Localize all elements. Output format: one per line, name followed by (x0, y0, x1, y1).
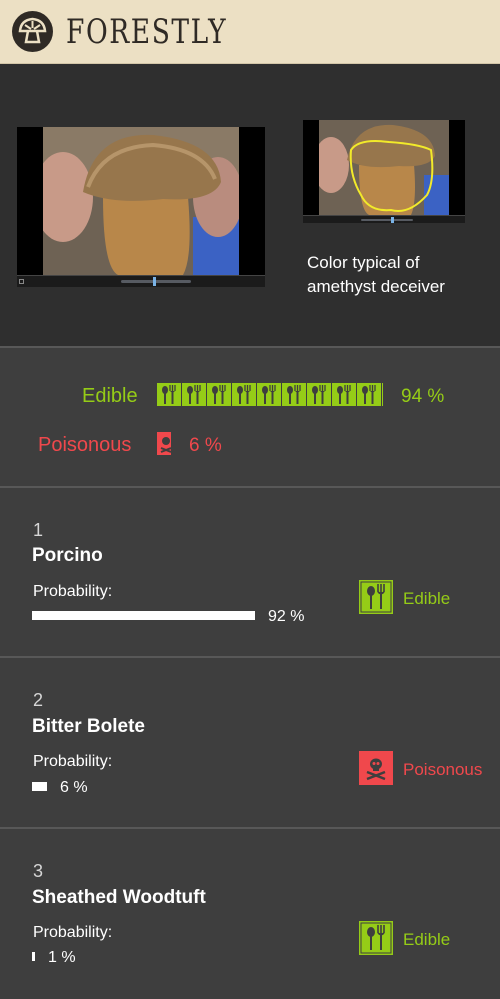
probability-bar (32, 611, 255, 620)
stop-button[interactable] (19, 279, 24, 284)
poisonous-summary-label: Poisonous (38, 434, 132, 456)
cutlery-icon (307, 383, 332, 406)
probability-value: 1 % (48, 949, 76, 966)
cutlery-icon (207, 383, 232, 406)
seek-slider[interactable] (121, 280, 191, 283)
edible-summary-value: 94 % (401, 386, 445, 407)
edibility-label: Edible (403, 589, 451, 608)
main-video-player[interactable] (17, 127, 265, 287)
result-name: Sheathed Woodtuft (32, 887, 206, 908)
cutlery-icon (359, 580, 393, 614)
thumb-seek-slider[interactable] (361, 219, 413, 221)
mushroom-logo-icon[interactable] (12, 11, 53, 52)
probability-label: Probability: (33, 924, 113, 941)
thumb-seek-handle[interactable] (391, 217, 394, 223)
result-row[interactable]: 3 Sheathed Woodtuft Probability: 1 % Edi… (0, 829, 500, 999)
edibility-label: Edible (403, 930, 451, 949)
probability-value: 92 % (268, 608, 305, 625)
probability-bar (32, 782, 47, 791)
result-row[interactable]: 1 Porcino Probability: 92 % Edible (0, 488, 500, 658)
cutlery-icon (357, 383, 382, 406)
cutlery-icon (282, 383, 307, 406)
result-rank: 3 (33, 861, 44, 881)
result-rank: 2 (33, 690, 44, 710)
video-controls (17, 275, 265, 287)
cutlery-icon (182, 383, 207, 406)
poisonous-summary-bar (157, 432, 171, 455)
mushroom-photo-highlighted (319, 120, 449, 215)
edibility-label: Poisonous (403, 760, 483, 779)
result-rank: 1 (33, 520, 44, 540)
mushroom-photo (43, 127, 239, 275)
app-header: FORESTLY (0, 0, 500, 64)
probability-value: 6 % (60, 779, 88, 796)
brand-title: FORESTLY (66, 12, 228, 52)
result-name: Porcino (32, 545, 103, 566)
skull-icon (359, 751, 393, 785)
seek-handle[interactable] (153, 277, 156, 286)
edible-summary-label: Edible (82, 385, 138, 407)
poisonous-summary-value: 6 % (189, 435, 222, 456)
result-name: Bitter Bolete (32, 716, 145, 737)
cutlery-icon (257, 383, 282, 406)
thumbnail-video-player[interactable] (303, 120, 465, 223)
edible-summary-bar (157, 383, 383, 406)
cutlery-icon (157, 383, 182, 406)
photo-caption: Color typical of amethyst deceiver (307, 253, 445, 296)
probability-bar (32, 952, 35, 961)
probability-label: Probability: (33, 753, 113, 770)
thumb-video-controls (303, 215, 465, 223)
cutlery-icon (382, 383, 383, 406)
result-row[interactable]: 2 Bitter Bolete Probability: 6 % Poisono… (0, 659, 500, 829)
cutlery-icon (232, 383, 257, 406)
edibility-summary (0, 348, 500, 488)
cutlery-icon (359, 921, 393, 955)
cutlery-icon (332, 383, 357, 406)
probability-label: Probability: (33, 583, 113, 600)
